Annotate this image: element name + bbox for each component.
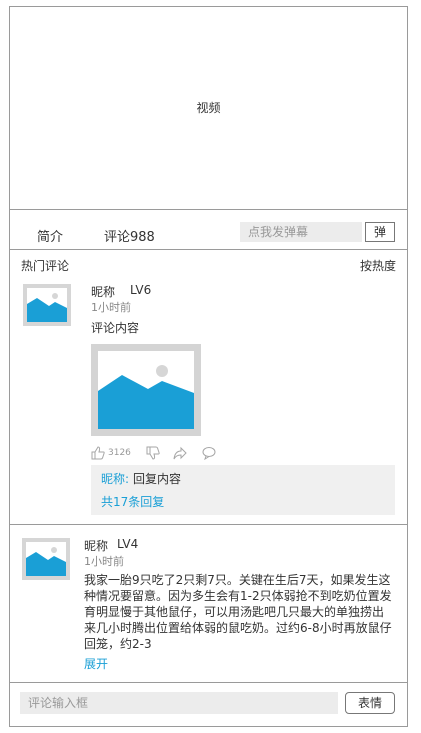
share-icon[interactable] bbox=[173, 446, 187, 463]
tab-bar: 简介 评论988 弹 bbox=[9, 210, 408, 250]
bottom-bar-divider bbox=[9, 682, 408, 683]
sort-by-heat[interactable]: 按热度 bbox=[360, 257, 396, 274]
comment-image[interactable] bbox=[91, 344, 201, 436]
comment-input[interactable] bbox=[20, 692, 338, 714]
tab-intro[interactable]: 简介 bbox=[37, 226, 63, 245]
image-placeholder-icon bbox=[27, 288, 67, 322]
image-placeholder-icon bbox=[98, 351, 194, 429]
danmu-send-button[interactable]: 弹 bbox=[365, 222, 395, 242]
reply-nickname[interactable]: 昵称: bbox=[101, 470, 129, 487]
like-count: 3126 bbox=[108, 448, 131, 458]
avatar[interactable] bbox=[23, 284, 71, 326]
danmu-input[interactable] bbox=[240, 222, 362, 242]
view-all-replies-link[interactable]: 共17条回复 bbox=[101, 493, 164, 510]
video-label: 视频 bbox=[196, 101, 221, 115]
comment-time: 1小时前 bbox=[91, 301, 131, 314]
comment-level: LV6 bbox=[130, 283, 152, 297]
comment-content: 我家一胎9只吃了2只剩7只。关键在生后7天，如果发生这种情况要留意。因为多生会有… bbox=[84, 573, 392, 651]
thumbs-up-icon[interactable] bbox=[91, 446, 105, 463]
thumbs-down-icon[interactable] bbox=[146, 446, 160, 463]
avatar[interactable] bbox=[22, 538, 70, 580]
image-placeholder-icon bbox=[26, 542, 66, 576]
reply-preview: 昵称: 回复内容 共17条回复 bbox=[91, 465, 395, 515]
tab-comments[interactable]: 评论988 bbox=[104, 226, 155, 245]
video-player[interactable]: 视频 bbox=[9, 6, 408, 210]
expand-link[interactable]: 展开 bbox=[84, 655, 108, 672]
comment-nickname[interactable]: 昵称 bbox=[84, 537, 108, 554]
comment-content: 评论内容 bbox=[91, 321, 140, 335]
emoji-button[interactable]: 表情 bbox=[345, 692, 395, 714]
hot-comments-header: 热门评论 按热度 bbox=[9, 257, 408, 273]
comment-level: LV4 bbox=[117, 537, 139, 551]
comment-icon[interactable] bbox=[202, 446, 216, 463]
comment-divider bbox=[9, 524, 408, 525]
comment-nickname[interactable]: 昵称 bbox=[91, 283, 115, 300]
hot-comments-title: 热门评论 bbox=[21, 259, 70, 273]
reply-content: 回复内容 bbox=[133, 472, 182, 486]
comment-time: 1小时前 bbox=[84, 555, 124, 568]
